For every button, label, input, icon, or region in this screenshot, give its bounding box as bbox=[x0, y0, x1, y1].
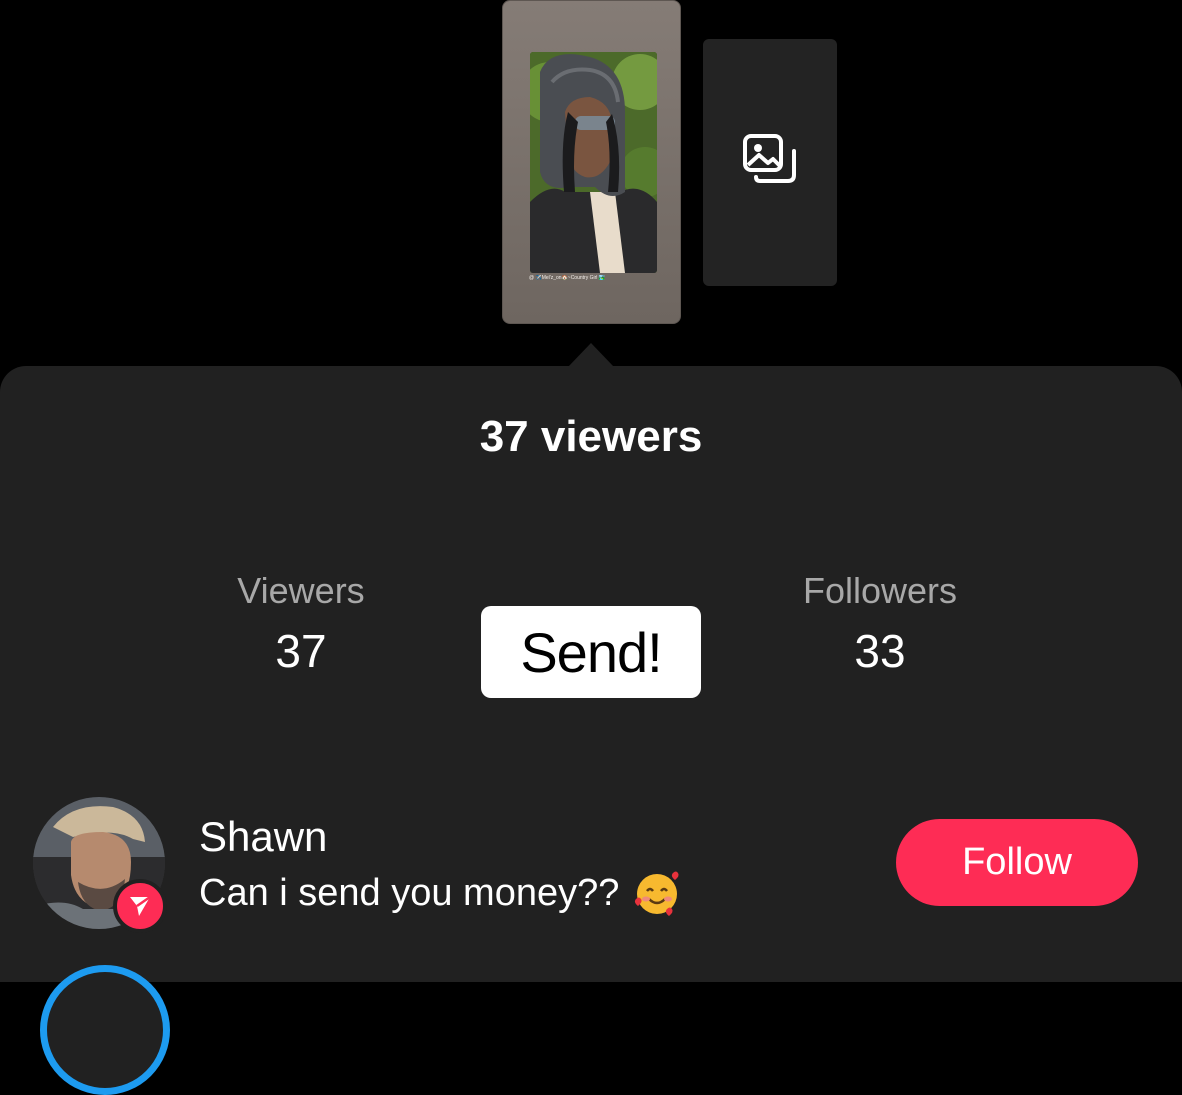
send-sticker: Send! bbox=[481, 606, 701, 698]
viewer-message-text: Can i send you money?? bbox=[199, 871, 620, 914]
viewers-stat: Viewers 37 bbox=[171, 570, 431, 678]
followers-stat-label: Followers bbox=[802, 570, 958, 611]
smiling-face-with-hearts-icon bbox=[633, 869, 681, 917]
followers-stat: Followers 33 bbox=[750, 570, 1010, 678]
story-caption: @ ✈️Mel'z_on🏠~Country Girl 🏞️ bbox=[529, 275, 605, 281]
viewers-stat-value: 37 bbox=[275, 625, 327, 677]
story-thumbnail-next[interactable] bbox=[703, 39, 837, 286]
story-photo bbox=[530, 52, 657, 273]
viewer-row[interactable]: Shawn Can i send you money?? Follow bbox=[0, 795, 1182, 933]
next-viewer-avatar[interactable] bbox=[40, 965, 170, 1095]
share-arrow-icon bbox=[113, 879, 167, 933]
follow-button[interactable]: Follow bbox=[896, 819, 1138, 906]
viewer-name: Shawn bbox=[199, 813, 328, 860]
followers-stat-value: 33 bbox=[854, 625, 906, 677]
viewers-stat-label: Viewers bbox=[237, 570, 365, 611]
viewer-message: Can i send you money?? bbox=[199, 869, 681, 917]
story-thumbnail-current[interactable]: @ ✈️Mel'z_on🏠~Country Girl 🏞️ bbox=[502, 0, 681, 324]
photo-gallery-icon bbox=[742, 133, 798, 192]
viewers-title: 37 viewers bbox=[479, 412, 703, 461]
sheet-pointer bbox=[568, 343, 614, 367]
